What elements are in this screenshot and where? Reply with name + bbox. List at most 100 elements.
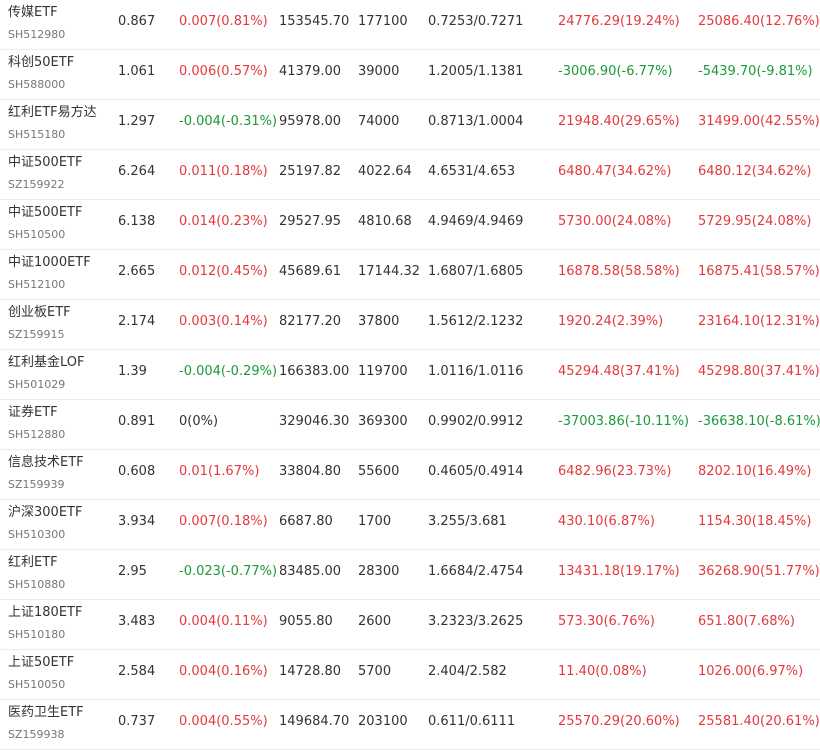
- fund-code: SH512880: [8, 428, 66, 441]
- holding-row[interactable]: 上证50ETF SH510050 2.584 0.004(0.16%) 14728.80…: [0, 650, 820, 700]
- price-cell: 3.934: [118, 514, 156, 529]
- quantity-cell: 28300: [358, 564, 400, 579]
- cost-cell: 4.9469/4.9469: [428, 214, 524, 229]
- holding-row[interactable]: 红利ETF易方达 SH515180 1.297 -0.004(-0.31%) 95978…: [0, 100, 820, 150]
- price-cell: 0.867: [118, 14, 156, 29]
- price-cell: 3.483: [118, 614, 156, 629]
- fund-name: 中证500ETF: [8, 155, 83, 170]
- holding-row[interactable]: 传媒ETF SH512980 0.867 0.007(0.81%) 153545.70 1…: [0, 0, 820, 50]
- profit-cell: 13431.18(19.17%): [558, 564, 680, 579]
- accumulated-profit-cell: 16875.41(58.57%): [698, 264, 820, 279]
- change-cell: -0.004(-0.29%): [179, 364, 278, 379]
- holding-row[interactable]: 科创50ETF SH588000 1.061 0.006(0.57%) 41379.00…: [0, 50, 820, 100]
- change-cell: 0.007(0.18%): [179, 514, 268, 529]
- profit-cell: 11.40(0.08%): [558, 664, 647, 679]
- profit-cell: 430.10(6.87%): [558, 514, 655, 529]
- change-cell: 0.011(0.18%): [179, 164, 268, 179]
- profit-cell: -37003.86(-10.11%): [558, 414, 690, 429]
- accumulated-profit-cell: 45298.80(37.41%): [698, 364, 820, 379]
- fund-name: 红利基金LOF: [8, 355, 85, 370]
- fund-code: SH510880: [8, 578, 66, 591]
- price-cell: 1.061: [118, 64, 156, 79]
- change-cell: 0.007(0.81%): [179, 14, 268, 29]
- quantity-cell: 4022.64: [358, 164, 412, 179]
- market-value-cell: 149684.70: [279, 714, 350, 729]
- fund-code: SH510300: [8, 528, 66, 541]
- holding-row[interactable]: 上证180ETF SH510180 3.483 0.004(0.11%) 9055.80…: [0, 600, 820, 650]
- accumulated-profit-cell: 8202.10(16.49%): [698, 464, 812, 479]
- price-cell: 0.737: [118, 714, 156, 729]
- quantity-cell: 119700: [358, 364, 408, 379]
- change-cell: -0.004(-0.31%): [179, 114, 278, 129]
- holding-row[interactable]: 中证500ETF SZ159922 6.264 0.011(0.18%) 25197.8…: [0, 150, 820, 200]
- change-cell: -0.023(-0.77%): [179, 564, 278, 579]
- quantity-cell: 37800: [358, 314, 400, 329]
- market-value-cell: 95978.00: [279, 114, 342, 129]
- fund-code: SH515180: [8, 128, 66, 141]
- quantity-cell: 2600: [358, 614, 392, 629]
- fund-code: SH512980: [8, 28, 66, 41]
- accumulated-profit-cell: 23164.10(12.31%): [698, 314, 820, 329]
- fund-name: 上证180ETF: [8, 605, 83, 620]
- holding-row[interactable]: 中证500ETF SH510500 6.138 0.014(0.23%) 29527.9…: [0, 200, 820, 250]
- holding-row[interactable]: 信息技术ETF SZ159939 0.608 0.01(1.67%) 33804.80 5…: [0, 450, 820, 500]
- price-cell: 1.39: [118, 364, 147, 379]
- profit-cell: 24776.29(19.24%): [558, 14, 680, 29]
- fund-name: 沪深300ETF: [8, 505, 83, 520]
- market-value-cell: 166383.00: [279, 364, 350, 379]
- fund-code: SH512100: [8, 278, 66, 291]
- holding-row[interactable]: 医药卫生ETF SZ159938 0.737 0.004(0.55%) 149684.7…: [0, 700, 820, 750]
- price-cell: 1.297: [118, 114, 156, 129]
- accumulated-profit-cell: 36268.90(51.77%): [698, 564, 820, 579]
- cost-cell: 0.9902/0.9912: [428, 414, 524, 429]
- market-value-cell: 6687.80: [279, 514, 333, 529]
- market-value-cell: 82177.20: [279, 314, 342, 329]
- market-value-cell: 83485.00: [279, 564, 342, 579]
- change-cell: 0.003(0.14%): [179, 314, 268, 329]
- holding-row[interactable]: 证券ETF SH512880 0.891 0(0%) 329046.30 369300 0.…: [0, 400, 820, 450]
- change-cell: 0(0%): [179, 414, 219, 429]
- holding-row[interactable]: 创业板ETF SZ159915 2.174 0.003(0.14%) 82177.20 3…: [0, 300, 820, 350]
- change-cell: 0.006(0.57%): [179, 64, 268, 79]
- profit-cell: 6480.47(34.62%): [558, 164, 672, 179]
- holdings-table: 传媒ETF SH512980 0.867 0.007(0.81%) 153545.70 1…: [0, 0, 820, 750]
- profit-cell: 5730.00(24.08%): [558, 214, 672, 229]
- accumulated-profit-cell: 1154.30(18.45%): [698, 514, 812, 529]
- market-value-cell: 14728.80: [279, 664, 342, 679]
- holding-row[interactable]: 红利ETF SH510880 2.95 -0.023(-0.77%) 83485.00 2…: [0, 550, 820, 600]
- profit-cell: 1920.24(2.39%): [558, 314, 664, 329]
- market-value-cell: 45689.61: [279, 264, 342, 279]
- fund-name: 中证1000ETF: [8, 255, 91, 270]
- change-cell: 0.004(0.11%): [179, 614, 268, 629]
- price-cell: 2.174: [118, 314, 156, 329]
- fund-code: SH510050: [8, 678, 66, 691]
- quantity-cell: 55600: [358, 464, 400, 479]
- cost-cell: 1.0116/1.0116: [428, 364, 524, 379]
- cost-cell: 1.2005/1.1381: [428, 64, 524, 79]
- cost-cell: 4.6531/4.653: [428, 164, 516, 179]
- quantity-cell: 17144.32: [358, 264, 421, 279]
- fund-code: SH510180: [8, 628, 66, 641]
- cost-cell: 1.5612/2.1232: [428, 314, 524, 329]
- cost-cell: 0.611/0.6111: [428, 714, 516, 729]
- cost-cell: 1.6807/1.6805: [428, 264, 524, 279]
- accumulated-profit-cell: 6480.12(34.62%): [698, 164, 812, 179]
- accumulated-profit-cell: 5729.95(24.08%): [698, 214, 812, 229]
- cost-cell: 3.2323/3.2625: [428, 614, 524, 629]
- accumulated-profit-cell: -36638.10(-8.61%): [698, 414, 820, 429]
- price-cell: 2.584: [118, 664, 156, 679]
- fund-name: 上证50ETF: [8, 655, 75, 670]
- fund-name: 医药卫生ETF: [8, 705, 84, 720]
- change-cell: 0.004(0.55%): [179, 714, 268, 729]
- holding-row[interactable]: 中证1000ETF SH512100 2.665 0.012(0.45%) 45689.…: [0, 250, 820, 300]
- market-value-cell: 41379.00: [279, 64, 342, 79]
- cost-cell: 2.404/2.582: [428, 664, 507, 679]
- profit-cell: -3006.90(-6.77%): [558, 64, 673, 79]
- price-cell: 2.665: [118, 264, 156, 279]
- profit-cell: 25570.29(20.60%): [558, 714, 680, 729]
- holding-row[interactable]: 红利基金LOF SH501029 1.39 -0.004(-0.29%) 166383.…: [0, 350, 820, 400]
- quantity-cell: 5700: [358, 664, 392, 679]
- quantity-cell: 39000: [358, 64, 400, 79]
- holding-row[interactable]: 沪深300ETF SH510300 3.934 0.007(0.18%) 6687.80…: [0, 500, 820, 550]
- profit-cell: 573.30(6.76%): [558, 614, 655, 629]
